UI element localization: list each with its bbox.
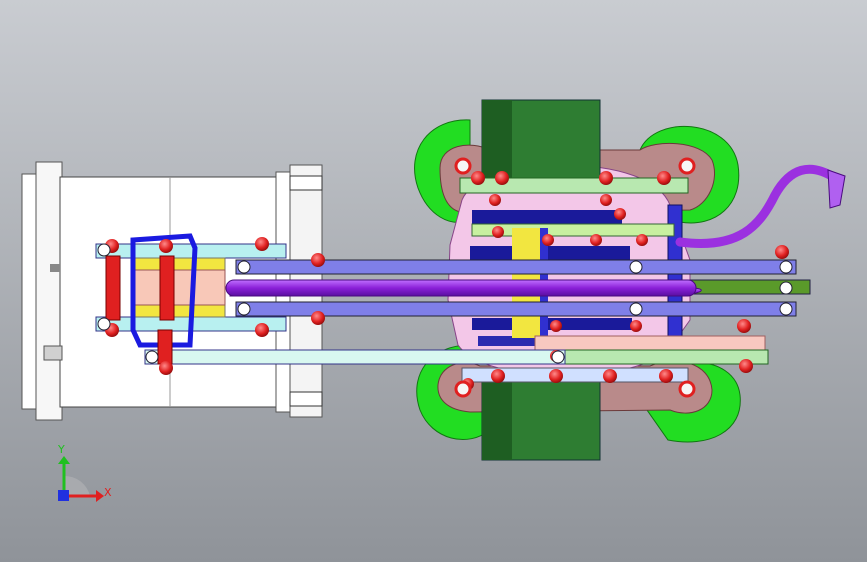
bolt <box>590 234 602 246</box>
bolt <box>159 361 173 375</box>
pivot-ring <box>678 157 696 175</box>
link-end-ring <box>237 302 251 316</box>
bolt <box>549 369 563 383</box>
bolt <box>311 311 325 325</box>
hub-navy-plate-2 <box>470 246 630 260</box>
hub-bar-bottom-green <box>559 349 769 365</box>
hub-bar-top <box>459 177 689 194</box>
bolt <box>600 194 612 206</box>
cylinder-top-shade <box>482 100 512 180</box>
bolt <box>603 369 617 383</box>
bolt <box>599 171 613 185</box>
bolt <box>491 369 505 383</box>
bolt <box>255 323 269 337</box>
hose-sleeve <box>225 279 697 297</box>
bolt <box>636 234 648 246</box>
frame-bracket-bottom <box>289 391 323 407</box>
link-end-ring <box>551 350 565 364</box>
frame-bracket-top <box>289 175 323 191</box>
bolt <box>489 194 501 206</box>
link-end-ring <box>779 302 793 316</box>
pivot-ring <box>678 380 696 398</box>
cylinder-bottom-shade <box>482 382 512 460</box>
link-end-ring <box>237 260 251 274</box>
bolt <box>492 226 504 238</box>
bolt <box>630 320 642 332</box>
bolt <box>471 171 485 185</box>
bolt <box>255 237 269 251</box>
triad-x-label: X <box>104 486 112 499</box>
pivot-ring <box>454 157 472 175</box>
cad-viewport[interactable]: X Y <box>0 0 867 562</box>
bolt <box>737 319 751 333</box>
bolt <box>614 208 626 220</box>
hub-bar-bottom-pink <box>534 335 766 351</box>
clamp-pink-block <box>132 269 226 306</box>
link-end-ring <box>779 260 793 274</box>
bolt <box>775 245 789 259</box>
bolt <box>550 320 562 332</box>
link-cyan-long <box>144 349 566 365</box>
bolt <box>657 171 671 185</box>
frame-left-inner-rail <box>35 161 63 421</box>
post-right <box>159 255 175 321</box>
clamp-yellow-top <box>132 257 226 271</box>
frame-stub <box>43 345 63 361</box>
link-end-ring <box>97 243 111 257</box>
bolt <box>739 359 753 373</box>
frame-clip-top <box>50 264 60 272</box>
pivot-ring <box>454 380 472 398</box>
link-end-ring <box>779 281 793 295</box>
clamp-yellow-bottom <box>132 304 226 318</box>
bolt <box>311 253 325 267</box>
bolt <box>659 369 673 383</box>
post-left <box>105 255 121 321</box>
bolt <box>495 171 509 185</box>
link-end-ring <box>629 260 643 274</box>
link-end-ring <box>97 317 111 331</box>
triad-y-label: Y <box>57 443 65 456</box>
link-end-ring <box>145 350 159 364</box>
post-stem <box>157 329 173 365</box>
bolt <box>542 234 554 246</box>
bolt <box>159 239 173 253</box>
triad-z-origin <box>58 490 69 501</box>
link-end-ring <box>629 302 643 316</box>
